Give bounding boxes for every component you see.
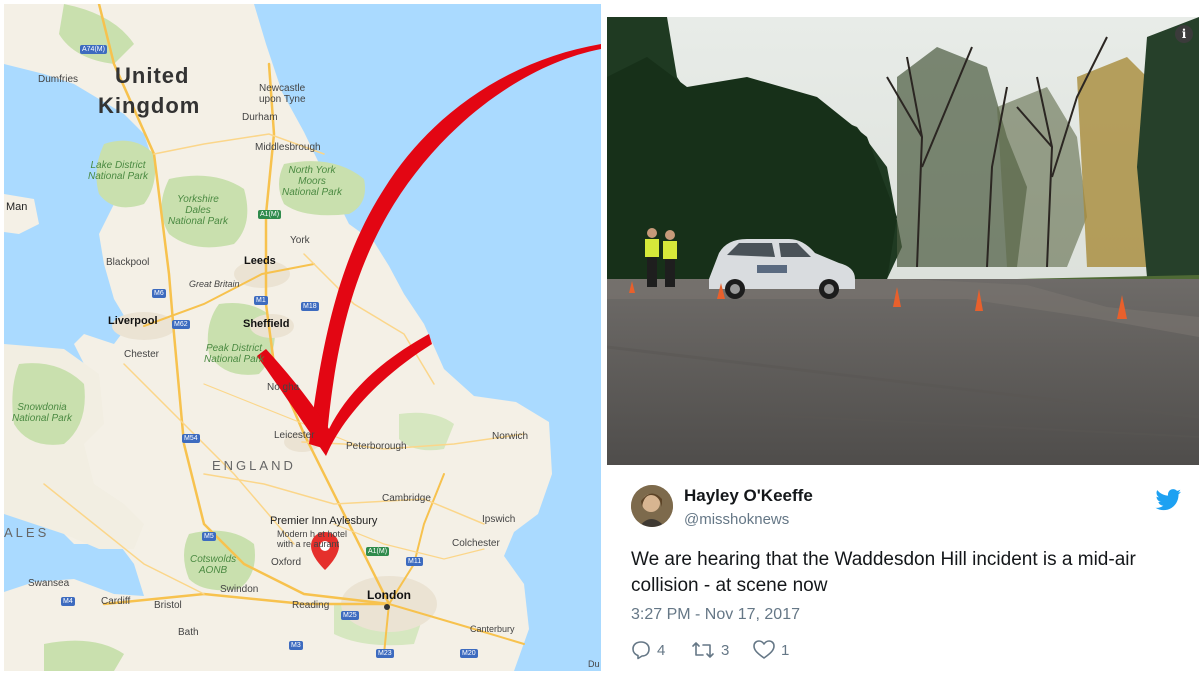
park-north-york-moors-line3: National Park: [282, 187, 343, 198]
road-shield-m62: M62: [172, 320, 190, 329]
road-shield-m25: M25: [341, 611, 359, 620]
map-panel[interactable]: United Kingdom ENGLAND Man ALES Lake Dis…: [4, 4, 601, 671]
place-du-partial: Du: [588, 659, 600, 669]
place-premier-inn-sub-line2: with a re aurant: [277, 539, 340, 549]
park-yorkshire-dales: Yorkshire Dales National Park: [168, 194, 228, 227]
reply-count: 4: [657, 641, 666, 659]
like-count: 1: [781, 641, 790, 659]
place-cambridge: Cambridge: [382, 493, 431, 504]
park-yorkshire-dales-line3: National Park: [168, 216, 229, 227]
reply-button[interactable]: 4: [631, 639, 665, 661]
avatar-image: [631, 485, 673, 527]
park-north-york-moors-line2: Moors: [298, 176, 326, 187]
retweet-icon: [692, 642, 714, 658]
park-snowdonia-line1: Snowdonia: [17, 402, 67, 413]
road-shield-a1m-north: A1(M): [258, 210, 282, 219]
park-cotswolds-line1: Cotswolds: [190, 554, 237, 565]
place-leicester: Leicester: [274, 430, 315, 441]
park-lake-district-line2: National Park: [88, 171, 149, 182]
road-shield-m23: M23: [376, 649, 394, 658]
road-shield-m20: M20: [460, 649, 478, 658]
author-handle[interactable]: @misshoknews: [684, 511, 789, 528]
place-premier-inn[interactable]: Premier Inn Aylesbury: [270, 516, 377, 527]
london-dot: [384, 604, 390, 610]
road-shield-a1m-south: A1(M): [366, 547, 390, 556]
road-shield-m5: M5: [202, 532, 216, 541]
park-peak-district-line1: Peak District: [205, 343, 263, 354]
place-chester: Chester: [124, 349, 160, 360]
road-shield-m54: M54: [182, 434, 200, 443]
label-man: Man: [6, 201, 28, 213]
place-great-britain: Great Britain: [189, 279, 240, 289]
tweet-photo-scene: [607, 17, 1199, 465]
retweet-button[interactable]: 3: [691, 639, 729, 661]
place-colchester: Colchester: [452, 538, 500, 549]
place-newcastle-line2: upon Tyne: [259, 94, 306, 105]
park-north-york-moors-line1: North York: [288, 165, 336, 176]
park-peak-district-line2: National Park: [204, 354, 265, 365]
label-wales-partial: ALES: [4, 525, 50, 540]
tweet-timestamp[interactable]: 3:27 PM - Nov 17, 2017: [631, 606, 800, 624]
park-north-york-moors: North York Moors National Park: [282, 165, 342, 198]
place-bath: Bath: [178, 627, 199, 638]
park-snowdonia: Snowdonia National Park: [12, 402, 72, 424]
park-cotswolds-line2: AONB: [198, 565, 228, 576]
road-shield-m6: M6: [152, 289, 166, 298]
place-oxford: Oxford: [271, 557, 302, 568]
road-shield-m1: M1: [254, 296, 268, 305]
road-shield-m4: M4: [61, 597, 75, 606]
place-blackpool: Blackpool: [106, 257, 150, 268]
park-lake-district: Lake District National Park: [88, 160, 148, 182]
place-liverpool: Liverpool: [108, 315, 158, 327]
park-yorkshire-dales-line1: Yorkshire: [177, 194, 219, 205]
place-canterbury: Canterbury: [470, 624, 515, 634]
park-peak-district: Peak District National Park: [204, 343, 264, 365]
place-bristol: Bristol: [154, 600, 182, 611]
info-icon[interactable]: i: [1175, 25, 1193, 43]
place-swansea: Swansea: [28, 578, 70, 589]
author-name[interactable]: Hayley O'Keeffe: [684, 486, 813, 506]
place-swindon: Swindon: [220, 584, 259, 595]
tweet-photo[interactable]: i: [607, 17, 1199, 465]
place-london: London: [367, 588, 411, 602]
place-leeds: Leeds: [244, 255, 276, 267]
place-sheffield: Sheffield: [243, 318, 290, 330]
road-shield-m18: M18: [301, 302, 319, 311]
place-newcastle-line1: Newcastle: [259, 83, 306, 94]
place-middlesbrough: Middlesbrough: [255, 142, 321, 153]
road-shield-m3: M3: [289, 641, 303, 650]
place-nottingham-partial: No gha: [267, 382, 300, 393]
place-dumfries: Dumfries: [38, 74, 79, 85]
park-lake-district-line1: Lake District: [90, 160, 146, 171]
place-york: York: [290, 235, 310, 246]
country-label: ENGLAND: [212, 458, 296, 473]
place-norwich: Norwich: [492, 431, 529, 442]
park-yorkshire-dales-line2: Dales: [185, 205, 211, 216]
place-durham: Durham: [242, 112, 278, 123]
park-cotswolds: Cotswolds AONB: [190, 554, 236, 576]
road-shield-a74m: A74(M): [80, 45, 107, 54]
reply-icon: [632, 641, 650, 660]
retweet-count: 3: [721, 641, 730, 659]
place-cardiff: Cardiff: [101, 596, 131, 607]
map-title-line1: United: [115, 63, 190, 88]
tweet-card[interactable]: i Hayley O'Keeffe @misshoknews We are he…: [607, 17, 1199, 675]
like-icon: [753, 640, 775, 659]
twitter-bird-icon[interactable]: [1155, 489, 1181, 511]
like-button[interactable]: 1: [753, 639, 789, 661]
tweet-text: We are hearing that the Waddesdon Hill i…: [631, 549, 1136, 596]
place-peterborough: Peterborough: [346, 441, 407, 452]
avatar[interactable]: [631, 485, 673, 527]
park-snowdonia-line2: National Park: [12, 413, 73, 424]
place-reading: Reading: [292, 600, 330, 611]
road-shield-m11: M11: [406, 557, 424, 566]
place-ipswich: Ipswich: [482, 514, 516, 525]
map-title-line2: Kingdom: [98, 93, 201, 118]
